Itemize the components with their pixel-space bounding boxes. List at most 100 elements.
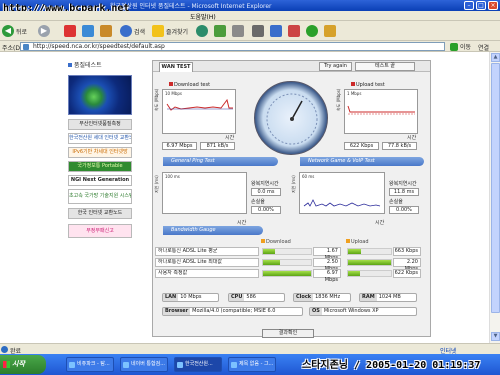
sidebar-item-ipv6[interactable]: IPv6기반 차세대 인터넷망 — [68, 147, 132, 158]
game-loss-value: 0.00% — [389, 206, 419, 214]
download-avg-value: 6.97 Mbps — [162, 142, 197, 150]
bandwidth-section-header: Bandwidth Gauge — [163, 226, 263, 235]
try-again-button[interactable]: Try again — [319, 62, 352, 71]
address-bar: 주소(D) http://speed.nca.or.kr/speedtest/d… — [0, 41, 500, 52]
sidebar-item-busan[interactable]: 부산인터넷품질측정 — [68, 119, 132, 130]
bandwidth-row-name: 사용자 측정값 — [155, 269, 259, 278]
upload-peak-value: 77.8 kB/s — [382, 142, 417, 150]
red-square-icon — [351, 82, 355, 86]
taskbar-item[interactable]: 비쥬파크 - 탐... — [66, 357, 114, 372]
download-value: 2.50 Mbps — [313, 258, 341, 272]
sidebar-item-support-system[interactable]: 초고속 국가망 기술지원 시스템 — [68, 189, 132, 204]
research-button[interactable] — [324, 24, 336, 38]
gauge-hub — [290, 117, 294, 121]
sidebar-item-exchange-node[interactable]: 한국전산원 세대 인터넷 교환노드 — [68, 133, 132, 144]
forward-button[interactable]: ▶ — [38, 24, 52, 38]
download-bar-track — [262, 270, 312, 277]
lan-info: LAN 10 Mbps — [162, 293, 219, 302]
download-value: 1.67 Mbps — [313, 247, 341, 261]
mail-button[interactable] — [232, 24, 244, 38]
forward-arrow-icon: ▶ — [38, 25, 50, 37]
ping-loss-value: 0.00% — [251, 206, 281, 214]
maximize-button[interactable]: □ — [476, 1, 486, 10]
home-button[interactable] — [100, 24, 112, 38]
gauge-needle — [291, 100, 303, 120]
edit-button[interactable] — [270, 24, 282, 38]
taskbar-item[interactable]: 네이버 통합검... — [120, 357, 168, 372]
close-button[interactable]: × — [488, 1, 498, 10]
ping-rtt-value: 0.0 ms — [251, 188, 281, 196]
messenger-button[interactable] — [306, 24, 318, 38]
download-bar — [263, 271, 311, 276]
upload-value: 663 Kbps — [393, 247, 421, 256]
research-icon — [324, 25, 336, 37]
edit-icon — [270, 25, 282, 37]
home-icon — [100, 25, 112, 37]
media-icon — [196, 25, 208, 37]
menu-bar: 도움말(H) — [0, 11, 500, 21]
scroll-down-icon[interactable]: ▼ — [491, 332, 500, 341]
sidebar-item-portable[interactable]: 국가정보통 Portable — [68, 161, 132, 172]
bandwidth-row-name: 하나로통신 ADSL Lite 최대값 — [155, 258, 259, 267]
bandwidth-row: 사용자 측정값 6.97 Mbps 622 Kbps — [155, 269, 432, 283]
cpu-info: CPU 586 — [228, 293, 285, 302]
ram-info: RAM 1024 MB — [359, 293, 417, 302]
game-graph — [303, 199, 381, 207]
sidebar-item-report[interactable]: 부정부패신고 — [68, 224, 132, 238]
media-button[interactable] — [196, 24, 208, 38]
game-rtt-value: 11.8 ms — [389, 188, 419, 196]
taskbar-item[interactable]: 한국전산원... — [174, 357, 222, 372]
menu-help[interactable]: 도움말(H) — [190, 12, 216, 21]
ping-rtt-label: 왕복지연시간 — [251, 181, 279, 187]
go-button[interactable]: 이동 — [450, 42, 474, 51]
download-bar-track — [262, 259, 312, 266]
print-button[interactable] — [252, 24, 264, 38]
links-label[interactable]: 연결 — [478, 43, 489, 52]
upload-legend: Upload — [346, 239, 369, 245]
history-button[interactable] — [214, 24, 226, 38]
tab-wan-test[interactable]: WAN TEST — [159, 62, 193, 72]
download-line — [166, 98, 233, 111]
download-axis-label: 속도 (Mbps) — [154, 88, 159, 111]
window-icon — [177, 362, 183, 368]
upload-bar — [348, 260, 391, 265]
game-chart: 60 ms — [299, 172, 385, 214]
ping-chart: 100 ms — [162, 172, 247, 214]
address-url: http://speed.nca.or.kr/speedtest/default… — [33, 43, 165, 50]
download-value: 6.97 Mbps — [313, 269, 341, 283]
start-button[interactable]: 시작 — [0, 355, 46, 374]
back-arrow-icon: ◀ — [2, 25, 14, 37]
sidebar-item-kinx[interactable]: 한국 인터넷 교환노드 — [68, 208, 132, 219]
confirm-result-button[interactable]: 결과확인 — [262, 329, 314, 338]
game-section-header: Network Game & VoIP Test — [300, 157, 424, 166]
minimize-button[interactable]: – — [464, 1, 474, 10]
upload-value: 622 Kbps — [393, 269, 421, 278]
scroll-thumb[interactable] — [491, 63, 500, 313]
bullet-icon — [68, 63, 72, 67]
favorites-button[interactable]: 즐겨찾기 — [152, 24, 188, 38]
stop-icon — [64, 25, 76, 37]
scroll-up-icon[interactable]: ▲ — [491, 53, 500, 62]
search-button[interactable]: 검색 — [120, 24, 145, 38]
back-label: 뒤로 — [16, 28, 28, 36]
clock-info: Clock 1836 MHz — [293, 293, 351, 302]
refresh-button[interactable] — [82, 24, 94, 38]
upload-title: Upload test — [351, 82, 385, 88]
ping-axis-label: 지연 (ms) — [154, 175, 159, 193]
stop-button[interactable] — [64, 24, 76, 38]
download-bar — [263, 260, 281, 265]
vertical-scrollbar[interactable]: ▲ ▼ — [489, 52, 500, 343]
download-chart: Download test 10 Mbps — [162, 82, 236, 134]
back-button[interactable]: ◀ 뒤로 — [2, 24, 27, 38]
upload-chart: Upload test 1 Mbps — [344, 82, 418, 134]
page-icon — [23, 44, 29, 50]
print-icon — [252, 25, 264, 37]
sidebar-item-ngi[interactable]: NGI Next Generation — [68, 175, 132, 186]
upload-graph — [347, 105, 415, 115]
ping-loss-label: 손실율 — [251, 199, 265, 205]
discuss-button[interactable] — [288, 24, 300, 38]
search-icon — [120, 25, 132, 37]
globe-banner-icon[interactable] — [68, 75, 132, 115]
taskbar-item[interactable]: 제목 없음 - 그... — [228, 357, 276, 372]
address-input[interactable]: http://speed.nca.or.kr/speedtest/default… — [20, 42, 445, 51]
